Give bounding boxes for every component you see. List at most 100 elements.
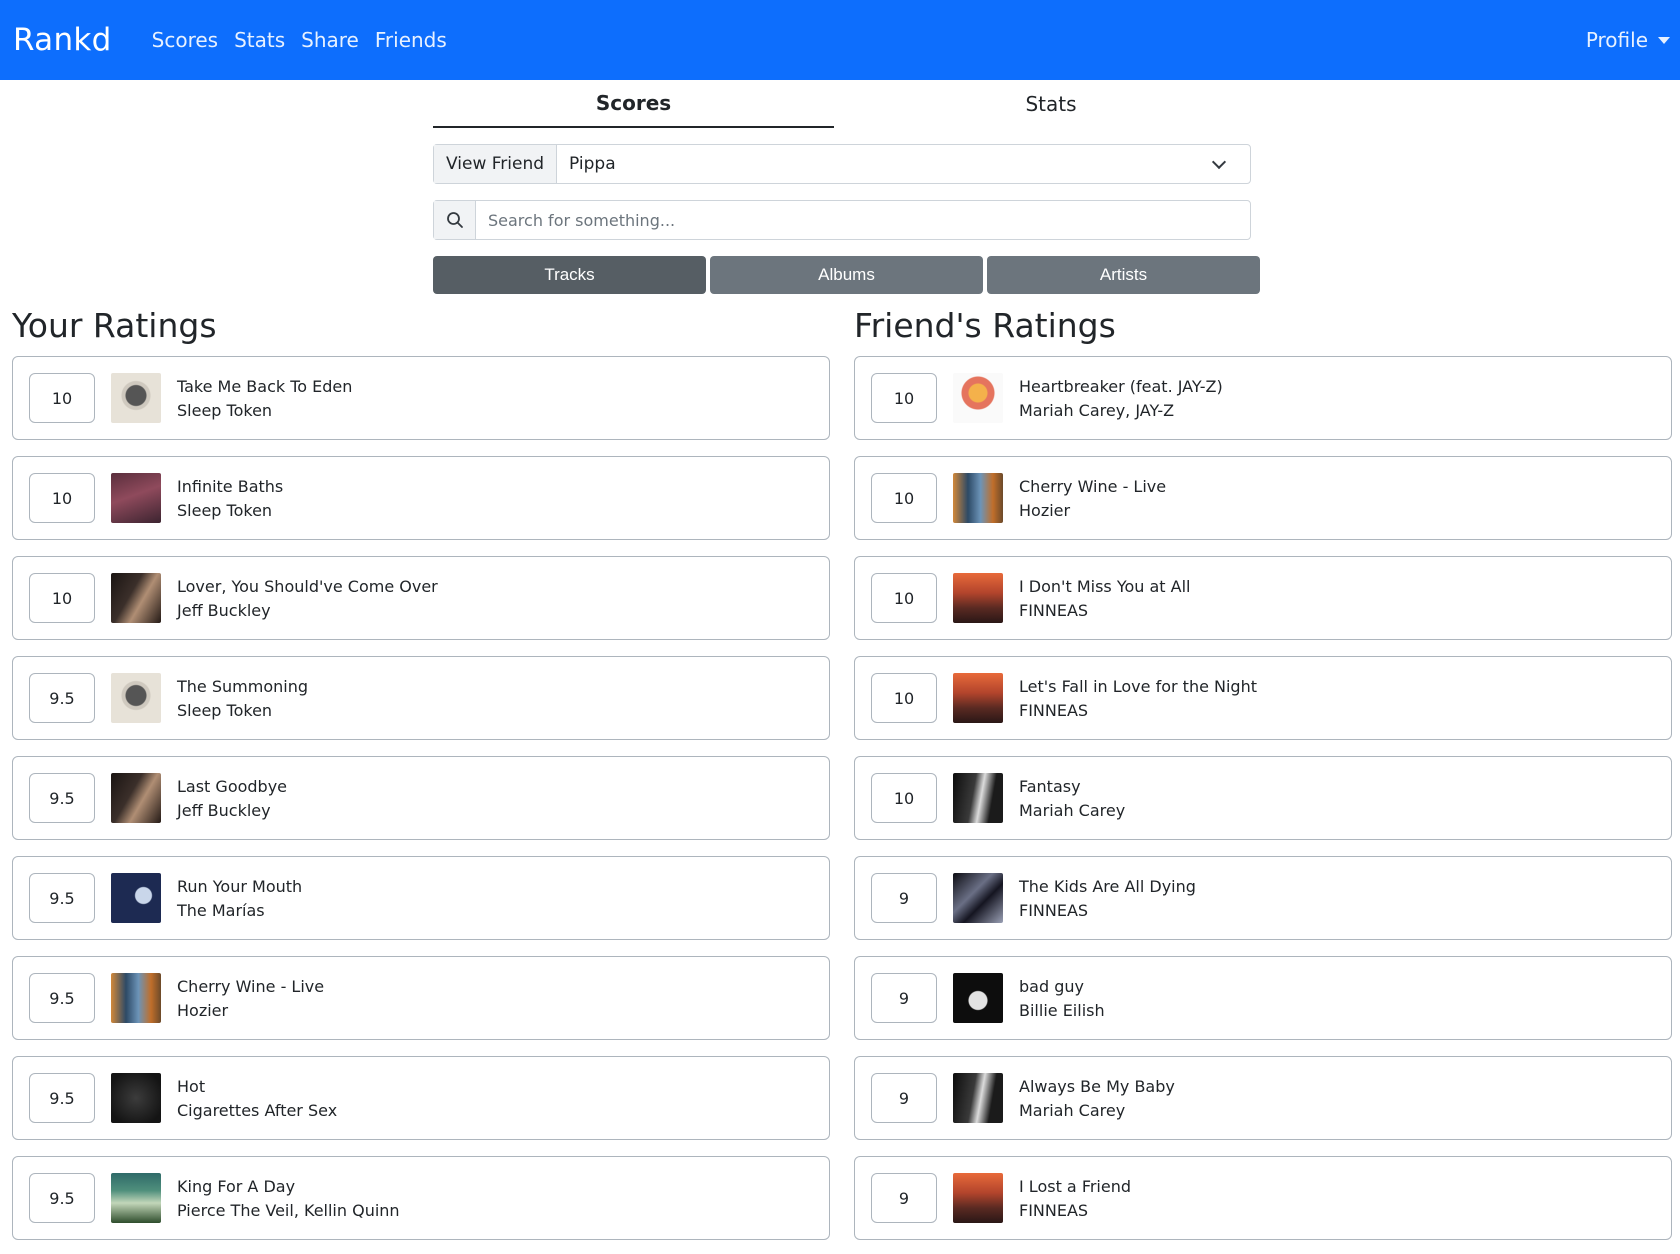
track-meta: Infinite Baths Sleep Token bbox=[177, 475, 283, 523]
track-title: I Lost a Friend bbox=[1019, 1177, 1132, 1196]
track-artist: Jeff Buckley bbox=[177, 601, 271, 620]
track-artist: Sleep Token bbox=[177, 401, 273, 420]
rating-card[interactable]: 10 Fantasy Mariah Carey bbox=[854, 756, 1672, 840]
search-input[interactable] bbox=[476, 201, 1250, 239]
track-meta: The Kids Are All Dying FINNEAS bbox=[1019, 875, 1196, 923]
rating-card[interactable]: 10 Infinite Baths Sleep Token bbox=[12, 456, 830, 540]
nav-link-friends[interactable]: Friends bbox=[375, 28, 447, 52]
artists-button[interactable]: Artists bbox=[987, 256, 1260, 294]
rating-card[interactable]: 10 Lover, You Should've Come Over Jeff Buc… bbox=[12, 556, 830, 640]
album-art bbox=[953, 1073, 1003, 1123]
track-artist: Jeff Buckley bbox=[177, 801, 271, 820]
album-art bbox=[953, 573, 1003, 623]
album-art bbox=[953, 373, 1003, 423]
nav-link-share[interactable]: Share bbox=[301, 28, 359, 52]
rating-card[interactable]: 9 The Kids Are All Dying FINNEAS bbox=[854, 856, 1672, 940]
rating-card[interactable]: 9.5 Cherry Wine - Live Hozier bbox=[12, 956, 830, 1040]
friend-select[interactable]: Pippa bbox=[557, 145, 1250, 183]
track-artist: Hozier bbox=[1019, 501, 1071, 520]
friend-ratings-list: 10 Heartbreaker (feat. JAY-Z) Mariah Carey… bbox=[854, 356, 1672, 1254]
rating-card[interactable]: 10 I Don't Miss You at All FINNEAS bbox=[854, 556, 1672, 640]
album-art bbox=[111, 673, 161, 723]
track-artist: Mariah Carey, JAY-Z bbox=[1019, 401, 1175, 420]
score-box[interactable]: 9 bbox=[871, 973, 937, 1023]
rating-card[interactable]: 10 Take Me Back To Eden Sleep Token bbox=[12, 356, 830, 440]
nav-links: Scores Stats Share Friends bbox=[152, 28, 447, 52]
tab-stats[interactable]: Stats bbox=[834, 80, 1268, 128]
nav-link-scores[interactable]: Scores bbox=[152, 28, 218, 52]
track-artist: The Marías bbox=[177, 901, 265, 920]
score-box[interactable]: 10 bbox=[871, 773, 937, 823]
score-box[interactable]: 10 bbox=[29, 573, 95, 623]
score-box[interactable]: 10 bbox=[29, 473, 95, 523]
score-box[interactable]: 9 bbox=[871, 873, 937, 923]
track-title: King For A Day bbox=[177, 1177, 296, 1196]
score-box[interactable]: 10 bbox=[871, 473, 937, 523]
score-box[interactable]: 9 bbox=[871, 1173, 937, 1223]
score-box[interactable]: 9.5 bbox=[29, 773, 95, 823]
nav-link-stats[interactable]: Stats bbox=[234, 28, 285, 52]
score-box[interactable]: 9.5 bbox=[29, 673, 95, 723]
score-box[interactable]: 9 bbox=[871, 1073, 937, 1123]
chevron-down-icon bbox=[1211, 154, 1227, 169]
rating-card[interactable]: 9 Always Be My Baby Mariah Carey bbox=[854, 1056, 1672, 1140]
rating-card[interactable]: 9.5 Last Goodbye Jeff Buckley bbox=[12, 756, 830, 840]
album-art bbox=[111, 373, 161, 423]
album-art bbox=[953, 1173, 1003, 1223]
track-meta: King For A Day Pierce The Veil, Kellin Qu… bbox=[177, 1175, 400, 1223]
tracks-button[interactable]: Tracks bbox=[433, 256, 706, 294]
track-title: Cherry Wine - Live bbox=[1019, 477, 1167, 496]
album-art bbox=[953, 473, 1003, 523]
album-art bbox=[111, 773, 161, 823]
album-art bbox=[111, 573, 161, 623]
rating-card[interactable]: 9 bad guy Billie Eilish bbox=[854, 956, 1672, 1040]
track-title: Let's Fall in Love for the Night bbox=[1019, 677, 1257, 696]
album-art bbox=[953, 673, 1003, 723]
search-icon bbox=[434, 201, 476, 239]
track-artist: Hozier bbox=[177, 1001, 229, 1020]
friend-select-label: View Friend bbox=[434, 145, 558, 183]
score-box[interactable]: 9.5 bbox=[29, 973, 95, 1023]
your-ratings-list: 10 Take Me Back To Eden Sleep Token 10 Infin… bbox=[12, 356, 830, 1254]
rating-card[interactable]: 9.5 Hot Cigarettes After Sex bbox=[12, 1056, 830, 1140]
brand-logo[interactable]: Rankd bbox=[13, 22, 112, 58]
score-box[interactable]: 10 bbox=[871, 573, 937, 623]
albums-button[interactable]: Albums bbox=[710, 256, 983, 294]
track-meta: Cherry Wine - Live Hozier bbox=[1019, 475, 1166, 523]
track-meta: The Summoning Sleep Token bbox=[177, 675, 308, 723]
score-box[interactable]: 10 bbox=[29, 373, 95, 423]
album-art bbox=[111, 973, 161, 1023]
track-artist: FINNEAS bbox=[1019, 701, 1089, 720]
track-title: Hot bbox=[177, 1077, 206, 1096]
navbar: Rankd Scores Stats Share Friends Profile bbox=[0, 0, 1680, 80]
rating-card[interactable]: 10 Heartbreaker (feat. JAY-Z) Mariah Carey… bbox=[854, 356, 1672, 440]
score-box[interactable]: 9.5 bbox=[29, 1073, 95, 1123]
score-box[interactable]: 9.5 bbox=[29, 873, 95, 923]
track-artist: Mariah Carey bbox=[1019, 1101, 1126, 1120]
rating-card[interactable]: 9.5 Run Your Mouth The Marías bbox=[12, 856, 830, 940]
your-ratings-heading: Your Ratings bbox=[12, 306, 217, 345]
track-title: Take Me Back To Eden bbox=[177, 377, 353, 396]
rating-card[interactable]: 10 Cherry Wine - Live Hozier bbox=[854, 456, 1672, 540]
track-artist: FINNEAS bbox=[1019, 901, 1089, 920]
rating-card[interactable]: 9 I Lost a Friend FINNEAS bbox=[854, 1156, 1672, 1240]
track-title: Heartbreaker (feat. JAY-Z) bbox=[1019, 377, 1223, 396]
track-meta: Cherry Wine - Live Hozier bbox=[177, 975, 324, 1023]
track-meta: Fantasy Mariah Carey bbox=[1019, 775, 1125, 823]
score-box[interactable]: 9.5 bbox=[29, 1173, 95, 1223]
track-title: I Don't Miss You at All bbox=[1019, 577, 1191, 596]
track-meta: Heartbreaker (feat. JAY-Z) Mariah Carey, … bbox=[1019, 375, 1223, 423]
score-box[interactable]: 10 bbox=[871, 373, 937, 423]
score-box[interactable]: 10 bbox=[871, 673, 937, 723]
rating-card[interactable]: 9.5 King For A Day Pierce The Veil, Kellin… bbox=[12, 1156, 830, 1240]
track-title: Lover, You Should've Come Over bbox=[177, 577, 438, 596]
rating-card[interactable]: 9.5 The Summoning Sleep Token bbox=[12, 656, 830, 740]
tab-scores[interactable]: Scores bbox=[433, 80, 834, 128]
track-artist: FINNEAS bbox=[1019, 1201, 1089, 1220]
profile-dropdown[interactable]: Profile bbox=[1586, 0, 1670, 80]
rating-card[interactable]: 10 Let's Fall in Love for the Night FINNEA… bbox=[854, 656, 1672, 740]
album-art bbox=[111, 473, 161, 523]
track-title: Last Goodbye bbox=[177, 777, 288, 796]
track-artist: Mariah Carey bbox=[1019, 801, 1126, 820]
album-art bbox=[111, 1173, 161, 1223]
